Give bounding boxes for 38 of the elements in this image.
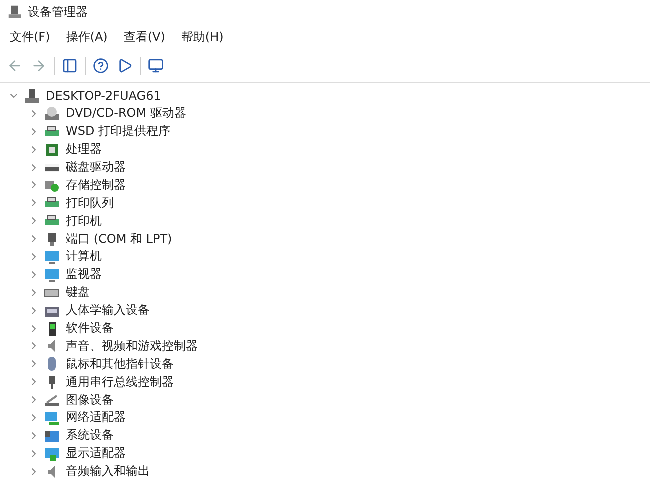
- tree-item[interactable]: 计算机: [66, 248, 102, 266]
- menu-item[interactable]: 查看(V): [118, 26, 172, 48]
- tree-item[interactable]: 监视器: [66, 266, 102, 284]
- tree-item[interactable]: 声音、视频和游戏控制器: [66, 338, 198, 355]
- tree-item[interactable]: 显示适配器: [66, 445, 126, 462]
- display-adapter-icon: [44, 446, 60, 462]
- monitor-icon: [44, 248, 60, 265]
- tree-item[interactable]: 打印队列: [66, 194, 114, 212]
- window-title: 设备管理器: [28, 4, 88, 20]
- tree-item[interactable]: 打印机: [66, 212, 102, 230]
- tree-item[interactable]: 软件设备: [66, 320, 114, 338]
- tree-item[interactable]: 通用串行总线控制器: [66, 374, 174, 391]
- tree-item[interactable]: 鼠标和其他指针设备: [66, 356, 174, 373]
- tree-item[interactable]: 网络适配器: [66, 409, 126, 426]
- tree-item[interactable]: 图像设备: [66, 392, 114, 409]
- disc-drive-icon: [44, 106, 60, 122]
- menu-item[interactable]: 帮助(H): [175, 26, 230, 48]
- tree-item[interactable]: 系统设备: [66, 427, 114, 444]
- chip-icon: [44, 142, 60, 158]
- computer-icon: [24, 88, 40, 104]
- monitor-button[interactable]: [147, 57, 165, 75]
- computer-icon: [8, 5, 22, 19]
- tree-item[interactable]: WSD 打印提供程序: [66, 123, 171, 140]
- tree-item[interactable]: DVD/CD-ROM 驱动器: [66, 105, 186, 122]
- menu-item[interactable]: 文件(F): [4, 26, 56, 48]
- tree-item[interactable]: DESKTOP-2FUAG61: [46, 88, 162, 103]
- tree-item[interactable]: 端口 (COM 和 LPT): [66, 230, 172, 248]
- tree-item[interactable]: 处理器: [66, 141, 102, 158]
- monitor-icon: [44, 266, 60, 283]
- network-icon: [44, 410, 60, 426]
- tree-item[interactable]: 键盘: [66, 284, 90, 302]
- tree-item[interactable]: 存储控制器: [66, 176, 126, 194]
- help-button[interactable]: [92, 57, 110, 75]
- tree-item[interactable]: 人体学输入设备: [66, 302, 150, 320]
- tree-item[interactable]: 磁盘驱动器: [66, 159, 126, 176]
- menu-item[interactable]: 操作(A): [60, 26, 114, 48]
- tree-item[interactable]: 音频输入和输出: [66, 463, 150, 480]
- panel-button[interactable]: [61, 57, 79, 75]
